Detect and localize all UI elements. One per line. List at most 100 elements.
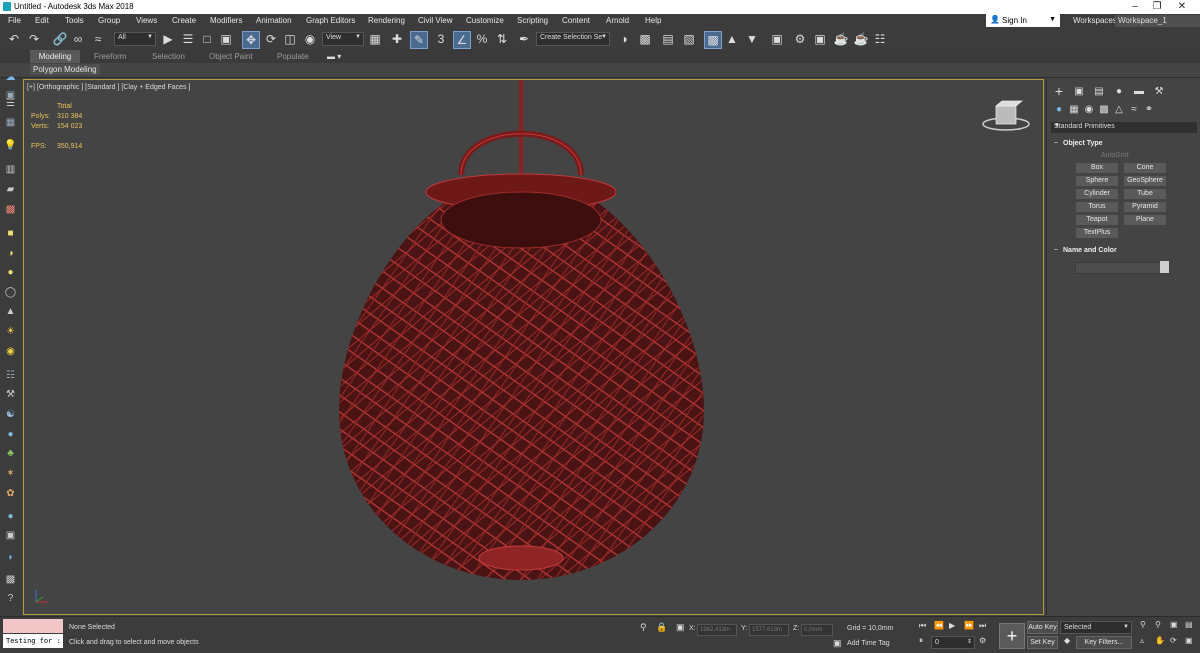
time-tag-icon[interactable]: ▣	[833, 638, 842, 649]
play-icon[interactable]: ▶	[949, 621, 955, 630]
tab-modeling[interactable]: Modeling	[30, 50, 80, 63]
zoom-all-icon[interactable]: ⚲	[1155, 620, 1161, 629]
object-name-input[interactable]	[1075, 262, 1161, 274]
biped-icon[interactable]: ☯	[3, 407, 18, 422]
box-button[interactable]: Box	[1076, 163, 1118, 173]
menu-rendering[interactable]: Rendering	[368, 16, 405, 25]
align-icon[interactable]: ▩	[637, 31, 653, 47]
curve-editor-icon[interactable]: ▲	[724, 31, 740, 47]
hair-icon[interactable]: ✿	[3, 486, 18, 501]
motion-tab-icon[interactable]: ●	[1113, 85, 1125, 97]
reference-coordinate-dropdown[interactable]: View ▼	[322, 32, 364, 46]
menu-tools[interactable]: Tools	[65, 16, 84, 25]
sphere-button[interactable]: Sphere	[1076, 176, 1118, 186]
menu-edit[interactable]: Edit	[35, 16, 49, 25]
menu-views[interactable]: Views	[136, 16, 157, 25]
plant-icon[interactable]: ♣	[3, 446, 18, 461]
space-warps-icon[interactable]: ≈	[1128, 103, 1140, 115]
menu-animation[interactable]: Animation	[256, 16, 292, 25]
object-type-rollout[interactable]: – Object Type	[1051, 138, 1197, 149]
render-icon[interactable]: ◗	[3, 550, 18, 565]
cone-icon[interactable]: ▲	[3, 304, 18, 319]
menu-file[interactable]: File	[8, 16, 21, 25]
rectangle-icon[interactable]: ■	[3, 226, 18, 241]
scene-explorer-icon[interactable]: ▤	[660, 31, 676, 47]
plane-button[interactable]: Plane	[1124, 215, 1166, 225]
menu-graph-editors[interactable]: Graph Editors	[306, 16, 355, 25]
time-configuration-icon[interactable]: ⚙	[979, 636, 986, 645]
set-keys-button[interactable]: +	[999, 623, 1025, 649]
render-production-icon[interactable]: ☕	[833, 31, 849, 47]
set-key-button[interactable]: Set Key	[1027, 636, 1058, 649]
render-setup-icon[interactable]: ⚙	[792, 31, 808, 47]
unlink-icon[interactable]: ∞	[70, 31, 86, 47]
render-in-cloud-icon[interactable]: ☷	[872, 31, 888, 47]
add-time-tag[interactable]: Add Time Tag	[847, 640, 890, 647]
spinner-snap-icon[interactable]: ⇅	[494, 31, 510, 47]
render-iterative-icon[interactable]: ☕	[853, 31, 869, 47]
modifier-icon[interactable]: ▣	[3, 528, 18, 543]
menu-arnold[interactable]: Arnold	[606, 16, 629, 25]
x-coordinate-input[interactable]: 1962,413m	[697, 624, 737, 636]
toggle-ribbon-icon[interactable]: ▩	[704, 31, 722, 49]
keyboard-shortcut-override-icon[interactable]: ✎	[410, 31, 428, 49]
minimize-icon[interactable]: –	[1125, 1, 1145, 12]
named-selection-dropdown[interactable]: Create Selection Se ▼	[536, 32, 610, 46]
autogrid-checkbox[interactable]: AutoGrid	[1101, 152, 1129, 159]
category-dropdown[interactable]: Standard Primitives ▼	[1051, 122, 1197, 133]
angle-snap-icon[interactable]: ∠	[453, 31, 471, 49]
link-icon[interactable]: 🔗	[52, 31, 68, 47]
menu-content[interactable]: Content	[562, 16, 590, 25]
close-icon[interactable]: ✕	[1172, 1, 1192, 12]
particle-icon[interactable]: ✶	[3, 466, 18, 481]
go-to-end-icon[interactable]: ⏭	[979, 621, 986, 631]
menu-help[interactable]: Help	[645, 16, 661, 25]
geometry-icon[interactable]: ●	[1053, 103, 1065, 115]
orbit-icon[interactable]: ⟳	[1170, 636, 1177, 645]
undo-icon[interactable]: ↶	[6, 31, 22, 47]
tab-selection[interactable]: Selection	[152, 52, 185, 61]
light-bulb-icon[interactable]: 💡	[3, 138, 18, 153]
lantern-mesh[interactable]	[24, 80, 1043, 614]
window-crossing-icon[interactable]: ▣	[218, 31, 234, 47]
select-and-move-icon[interactable]: ✥	[242, 31, 260, 49]
teapot-button[interactable]: Teapot	[1076, 215, 1118, 225]
bind-space-warp-icon[interactable]: ≈	[90, 31, 106, 47]
lock-selection-icon[interactable]: 🔒	[656, 622, 667, 633]
material-editor-icon[interactable]: ▣	[769, 31, 785, 47]
display-icon[interactable]: ▩	[3, 572, 18, 587]
dome-icon[interactable]: ◑	[3, 246, 18, 261]
shapes-icon[interactable]: ▦	[1068, 103, 1080, 115]
go-to-start-icon[interactable]: ⏮	[919, 621, 926, 631]
cone-button[interactable]: Cone	[1124, 163, 1166, 173]
sphere-icon[interactable]: ●	[3, 265, 18, 280]
current-frame-input[interactable]: 0 ⇕	[931, 636, 975, 649]
maximize-icon[interactable]: ❐	[1147, 1, 1167, 12]
tube-button[interactable]: Tube	[1124, 189, 1166, 199]
pivot-center-icon[interactable]: ▦	[367, 31, 383, 47]
menu-modifiers[interactable]: Modifiers	[210, 16, 242, 25]
rectangular-selection-icon[interactable]: □	[199, 31, 215, 47]
ribbon-options-icon[interactable]: ▬ ▾	[327, 52, 341, 61]
hierarchy-tab-icon[interactable]: ▤	[1093, 85, 1105, 97]
key-filters-button[interactable]: Key Filters...	[1076, 636, 1132, 649]
grid-icon[interactable]: ☷	[3, 368, 18, 383]
field-of-view-icon[interactable]: ▵	[1140, 636, 1144, 645]
tab-object-paint[interactable]: Object Paint	[209, 52, 253, 61]
y-coordinate-input[interactable]: 1577,613m	[749, 624, 789, 636]
help-icon[interactable]: ?	[3, 591, 18, 606]
textplus-button[interactable]: TextPlus	[1076, 228, 1118, 238]
create-tab-icon[interactable]: +	[1053, 83, 1065, 99]
modify-tab-icon[interactable]: ▣	[1073, 85, 1085, 97]
name-and-color-rollout[interactable]: – Name and Color	[1051, 245, 1197, 256]
utilities-tab-icon[interactable]: ⚒	[1153, 85, 1165, 97]
absolute-mode-icon[interactable]: ▣	[676, 622, 685, 633]
container-icon[interactable]: ▥	[3, 162, 18, 177]
tools-icon[interactable]: ⚒	[3, 387, 18, 402]
key-mode-dropdown[interactable]: Selected ▼	[1060, 621, 1132, 634]
maxscript-listener-output[interactable]	[3, 619, 63, 633]
globe-icon[interactable]: ●	[3, 427, 18, 442]
select-object-icon[interactable]: ▶	[160, 31, 176, 47]
select-and-scale-icon[interactable]: ◫	[282, 31, 298, 47]
redo-icon[interactable]: ↷	[26, 31, 42, 47]
